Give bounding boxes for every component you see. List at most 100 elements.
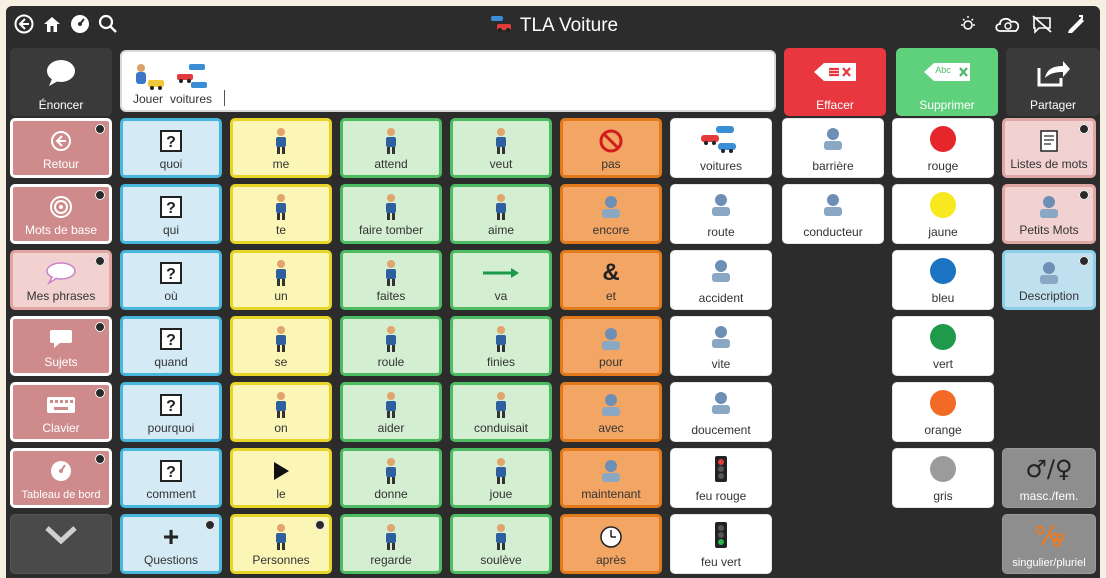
word-conduisait[interactable]: conduisait xyxy=(450,382,552,442)
word-regarde[interactable]: regarde xyxy=(340,514,442,574)
message-word[interactable]: Jouer xyxy=(128,62,168,106)
cell-label: rouge xyxy=(927,159,959,173)
nav-mes-phrases[interactable]: Mes phrases xyxy=(10,250,112,310)
cell-label: gris xyxy=(933,489,953,503)
word-joue[interactable]: joue xyxy=(450,448,552,508)
word-aider[interactable]: aider xyxy=(340,382,442,442)
folder-link-icon xyxy=(205,520,215,530)
nav-sujets[interactable]: Sujets xyxy=(10,316,112,376)
word-qui[interactable]: ? qui xyxy=(120,184,222,244)
word-le[interactable]: le xyxy=(230,448,332,508)
plural-icon xyxy=(1003,521,1095,549)
color-gris[interactable]: gris xyxy=(892,448,994,508)
nav-mots-de-base[interactable]: Mots de base xyxy=(10,184,112,244)
folder-petits-mots[interactable]: Petits Mots xyxy=(1002,184,1096,244)
svg-text:?: ? xyxy=(166,398,176,415)
edit-pencil-icon[interactable] xyxy=(1064,12,1088,36)
message-bar[interactable]: Jouer voitures xyxy=(120,50,776,112)
word-veut[interactable]: veut xyxy=(450,118,552,178)
word-faire-tomber[interactable]: faire tomber xyxy=(340,184,442,244)
svg-text:?: ? xyxy=(166,332,176,349)
avec-icon xyxy=(563,391,659,419)
word-ou[interactable]: ? où xyxy=(120,250,222,310)
word-comment[interactable]: ? comment xyxy=(120,448,222,508)
qui-icon: ? xyxy=(123,193,219,221)
share-button[interactable]: Partager xyxy=(1006,48,1100,116)
word-un[interactable]: un xyxy=(230,250,332,310)
word-donne[interactable]: donne xyxy=(340,448,442,508)
word-encore[interactable]: encore xyxy=(560,184,662,244)
cell-label: donne xyxy=(374,487,408,501)
color-bleu[interactable]: bleu xyxy=(892,250,994,310)
word-me[interactable]: me xyxy=(230,118,332,178)
word-te[interactable]: te xyxy=(230,184,332,244)
word-et[interactable]: & et xyxy=(560,250,662,310)
word-voitures[interactable]: voitures xyxy=(670,118,772,178)
cell-label: Mots de base xyxy=(24,223,98,237)
word-conducteur[interactable]: conducteur xyxy=(782,184,884,244)
word-doucement[interactable]: doucement xyxy=(670,382,772,442)
color-orange[interactable]: orange xyxy=(892,382,994,442)
on-icon xyxy=(233,391,329,419)
folder-link-icon xyxy=(95,124,105,134)
accident-icon xyxy=(671,257,771,285)
cell-label: joue xyxy=(489,487,513,501)
folder-listes-de-mots[interactable]: Listes de mots xyxy=(1002,118,1096,178)
brightness-icon[interactable] xyxy=(956,12,980,36)
word-quand[interactable]: ? quand xyxy=(120,316,222,376)
word-accident[interactable]: accident xyxy=(670,250,772,310)
app-window: TLA Voiture Énoncer Jouer voitures Effac… xyxy=(6,6,1100,578)
word-quoi[interactable]: ? quoi xyxy=(120,118,222,178)
word-barriere[interactable]: barrière xyxy=(782,118,884,178)
word-faites[interactable]: faites xyxy=(340,250,442,310)
le-icon xyxy=(233,457,329,485)
word-roule[interactable]: roule xyxy=(340,316,442,376)
color-vert[interactable]: vert xyxy=(892,316,994,376)
cloud-sync-icon[interactable] xyxy=(992,12,1024,36)
nav-clavier[interactable]: Clavier xyxy=(10,382,112,442)
color-rouge[interactable]: rouge xyxy=(892,118,994,178)
word-personnes[interactable]: Personnes xyxy=(230,514,332,574)
word-souleve[interactable]: soulève xyxy=(450,514,552,574)
cell-label: maintenant xyxy=(581,487,641,501)
nav-retour[interactable]: Retour xyxy=(10,118,112,178)
barriere-icon xyxy=(783,125,883,153)
word-aime[interactable]: aime xyxy=(450,184,552,244)
speak-button[interactable]: Énoncer xyxy=(10,48,112,116)
message-word[interactable]: voitures xyxy=(170,62,212,106)
word-se[interactable]: se xyxy=(230,316,332,376)
word-avec[interactable]: avec xyxy=(560,382,662,442)
cell-label: aime xyxy=(487,223,514,237)
word-feu-vert[interactable]: feu vert xyxy=(670,514,772,574)
word-pourquoi[interactable]: ? pourquoi xyxy=(120,382,222,442)
clear-button[interactable]: Effacer xyxy=(784,48,886,116)
scroll-down-button[interactable] xyxy=(10,514,112,574)
word-route[interactable]: route xyxy=(670,184,772,244)
pourquoi-icon: ? xyxy=(123,391,219,419)
word-apres[interactable]: après xyxy=(560,514,662,574)
no-speech-icon[interactable] xyxy=(1030,12,1054,36)
delete-button[interactable]: Abc Supprimer xyxy=(896,48,998,116)
word-questions[interactable]: + Questions xyxy=(120,514,222,574)
cell-label: et xyxy=(605,289,616,303)
word-attend[interactable]: attend xyxy=(340,118,442,178)
nav-tableau-de-bord[interactable]: Tableau de bord xyxy=(10,448,112,508)
word-vite[interactable]: vite xyxy=(670,316,772,376)
cell-label: orange xyxy=(924,423,962,437)
word-feu-rouge[interactable]: feu rouge xyxy=(670,448,772,508)
folder-description[interactable]: Description xyxy=(1002,250,1096,310)
cell-label: vert xyxy=(932,357,953,371)
word-on[interactable]: on xyxy=(230,382,332,442)
color-swatch-icon xyxy=(893,389,993,417)
cell-label: quoi xyxy=(159,157,183,171)
title-text: TLA Voiture xyxy=(519,15,619,37)
word-va[interactable]: va xyxy=(450,250,552,310)
word-finies[interactable]: finies xyxy=(450,316,552,376)
gender-toggle-button[interactable]: ♂/♀ masc./fem. xyxy=(1002,448,1096,508)
word-pas[interactable]: pas xyxy=(560,118,662,178)
feu-rouge-icon xyxy=(671,455,771,483)
plural-toggle-button[interactable]: singulier/pluriel xyxy=(1002,514,1096,574)
word-maintenant[interactable]: maintenant xyxy=(560,448,662,508)
color-jaune[interactable]: jaune xyxy=(892,184,994,244)
word-pour[interactable]: pour xyxy=(560,316,662,376)
